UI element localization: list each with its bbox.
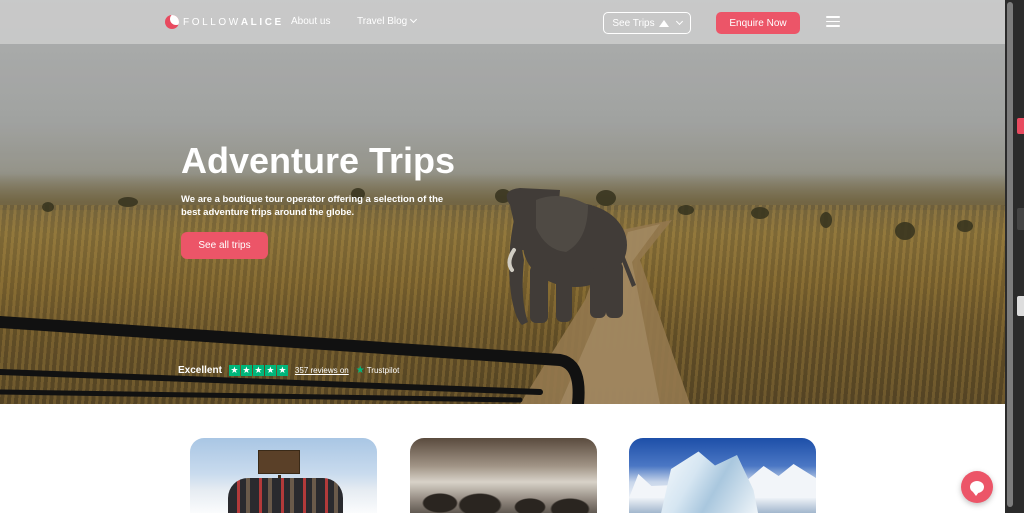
trustpilot-widget[interactable]: Excellent ★ ★ ★ ★ ★ 357 reviews on ★ Tru… <box>178 365 399 376</box>
nav-link-about-us[interactable]: About us <box>291 16 330 27</box>
trustpilot-brand: ★ Trustpilot <box>356 365 400 376</box>
star-icon: ★ <box>228 365 240 376</box>
hero-overlay <box>0 0 1005 404</box>
chat-button[interactable] <box>961 471 993 503</box>
herd-image <box>420 483 590 513</box>
logo-text: FOLLOWALICE <box>183 17 284 28</box>
glacier-image <box>660 451 759 513</box>
nav-link-label: Travel Blog <box>357 16 408 27</box>
scrollbar-thumb[interactable] <box>1007 2 1013 507</box>
hero-subtitle: We are a boutique tour operator offering… <box>181 194 444 218</box>
see-trips-label: See Trips <box>612 17 655 29</box>
trip-card-glacier[interactable] <box>629 438 816 513</box>
menu-icon-line <box>826 25 840 27</box>
chevron-down-icon <box>410 15 418 24</box>
trustpilot-rating: Excellent <box>178 365 222 376</box>
menu-icon-line <box>826 16 840 18</box>
side-tab-light[interactable] <box>1017 296 1024 316</box>
see-all-trips-button[interactable]: See all trips <box>181 232 268 259</box>
enquire-now-button[interactable]: Enquire Now <box>716 12 800 34</box>
star-icon: ★ <box>240 365 252 376</box>
chat-icon <box>970 481 984 496</box>
hero-section: Adventure Trips We are a boutique tour o… <box>0 0 1005 404</box>
trustpilot-star-icon: ★ <box>355 365 365 376</box>
trustpilot-brand-label: Trustpilot <box>366 366 400 375</box>
star-icon: ★ <box>264 365 276 376</box>
summit-sign-image <box>258 450 300 505</box>
trip-card-wildlife[interactable] <box>410 438 597 513</box>
menu-icon-line <box>826 20 840 22</box>
side-tab-dark[interactable] <box>1017 208 1024 230</box>
trip-card-kilimanjaro[interactable] <box>190 438 377 513</box>
see-trips-dropdown[interactable]: See Trips <box>603 12 691 34</box>
browser-viewport: Adventure Trips We are a boutique tour o… <box>0 0 1005 513</box>
side-tab-red[interactable] <box>1017 118 1024 134</box>
logo-text-alice: ALICE <box>240 16 284 28</box>
mountain-icon <box>658 19 669 27</box>
chevron-down-icon <box>675 17 683 25</box>
top-navigation: FOLLOWALICE About us Travel Blog See Tri… <box>0 0 1005 44</box>
site-logo[interactable]: FOLLOWALICE <box>165 15 284 29</box>
menu-icon[interactable] <box>826 16 840 28</box>
nav-link-label: About us <box>291 16 331 27</box>
star-icon: ★ <box>276 365 288 376</box>
trustpilot-reviews-link[interactable]: 357 reviews on <box>295 366 349 375</box>
climbers-group-image <box>228 478 343 513</box>
nav-link-travel-blog[interactable]: Travel Blog <box>357 15 418 27</box>
logo-icon <box>165 15 179 29</box>
trustpilot-stars: ★ ★ ★ ★ ★ <box>228 365 288 376</box>
star-icon: ★ <box>252 365 264 376</box>
logo-text-follow: FOLLOW <box>183 16 241 28</box>
hero-title: Adventure Trips <box>181 140 456 181</box>
